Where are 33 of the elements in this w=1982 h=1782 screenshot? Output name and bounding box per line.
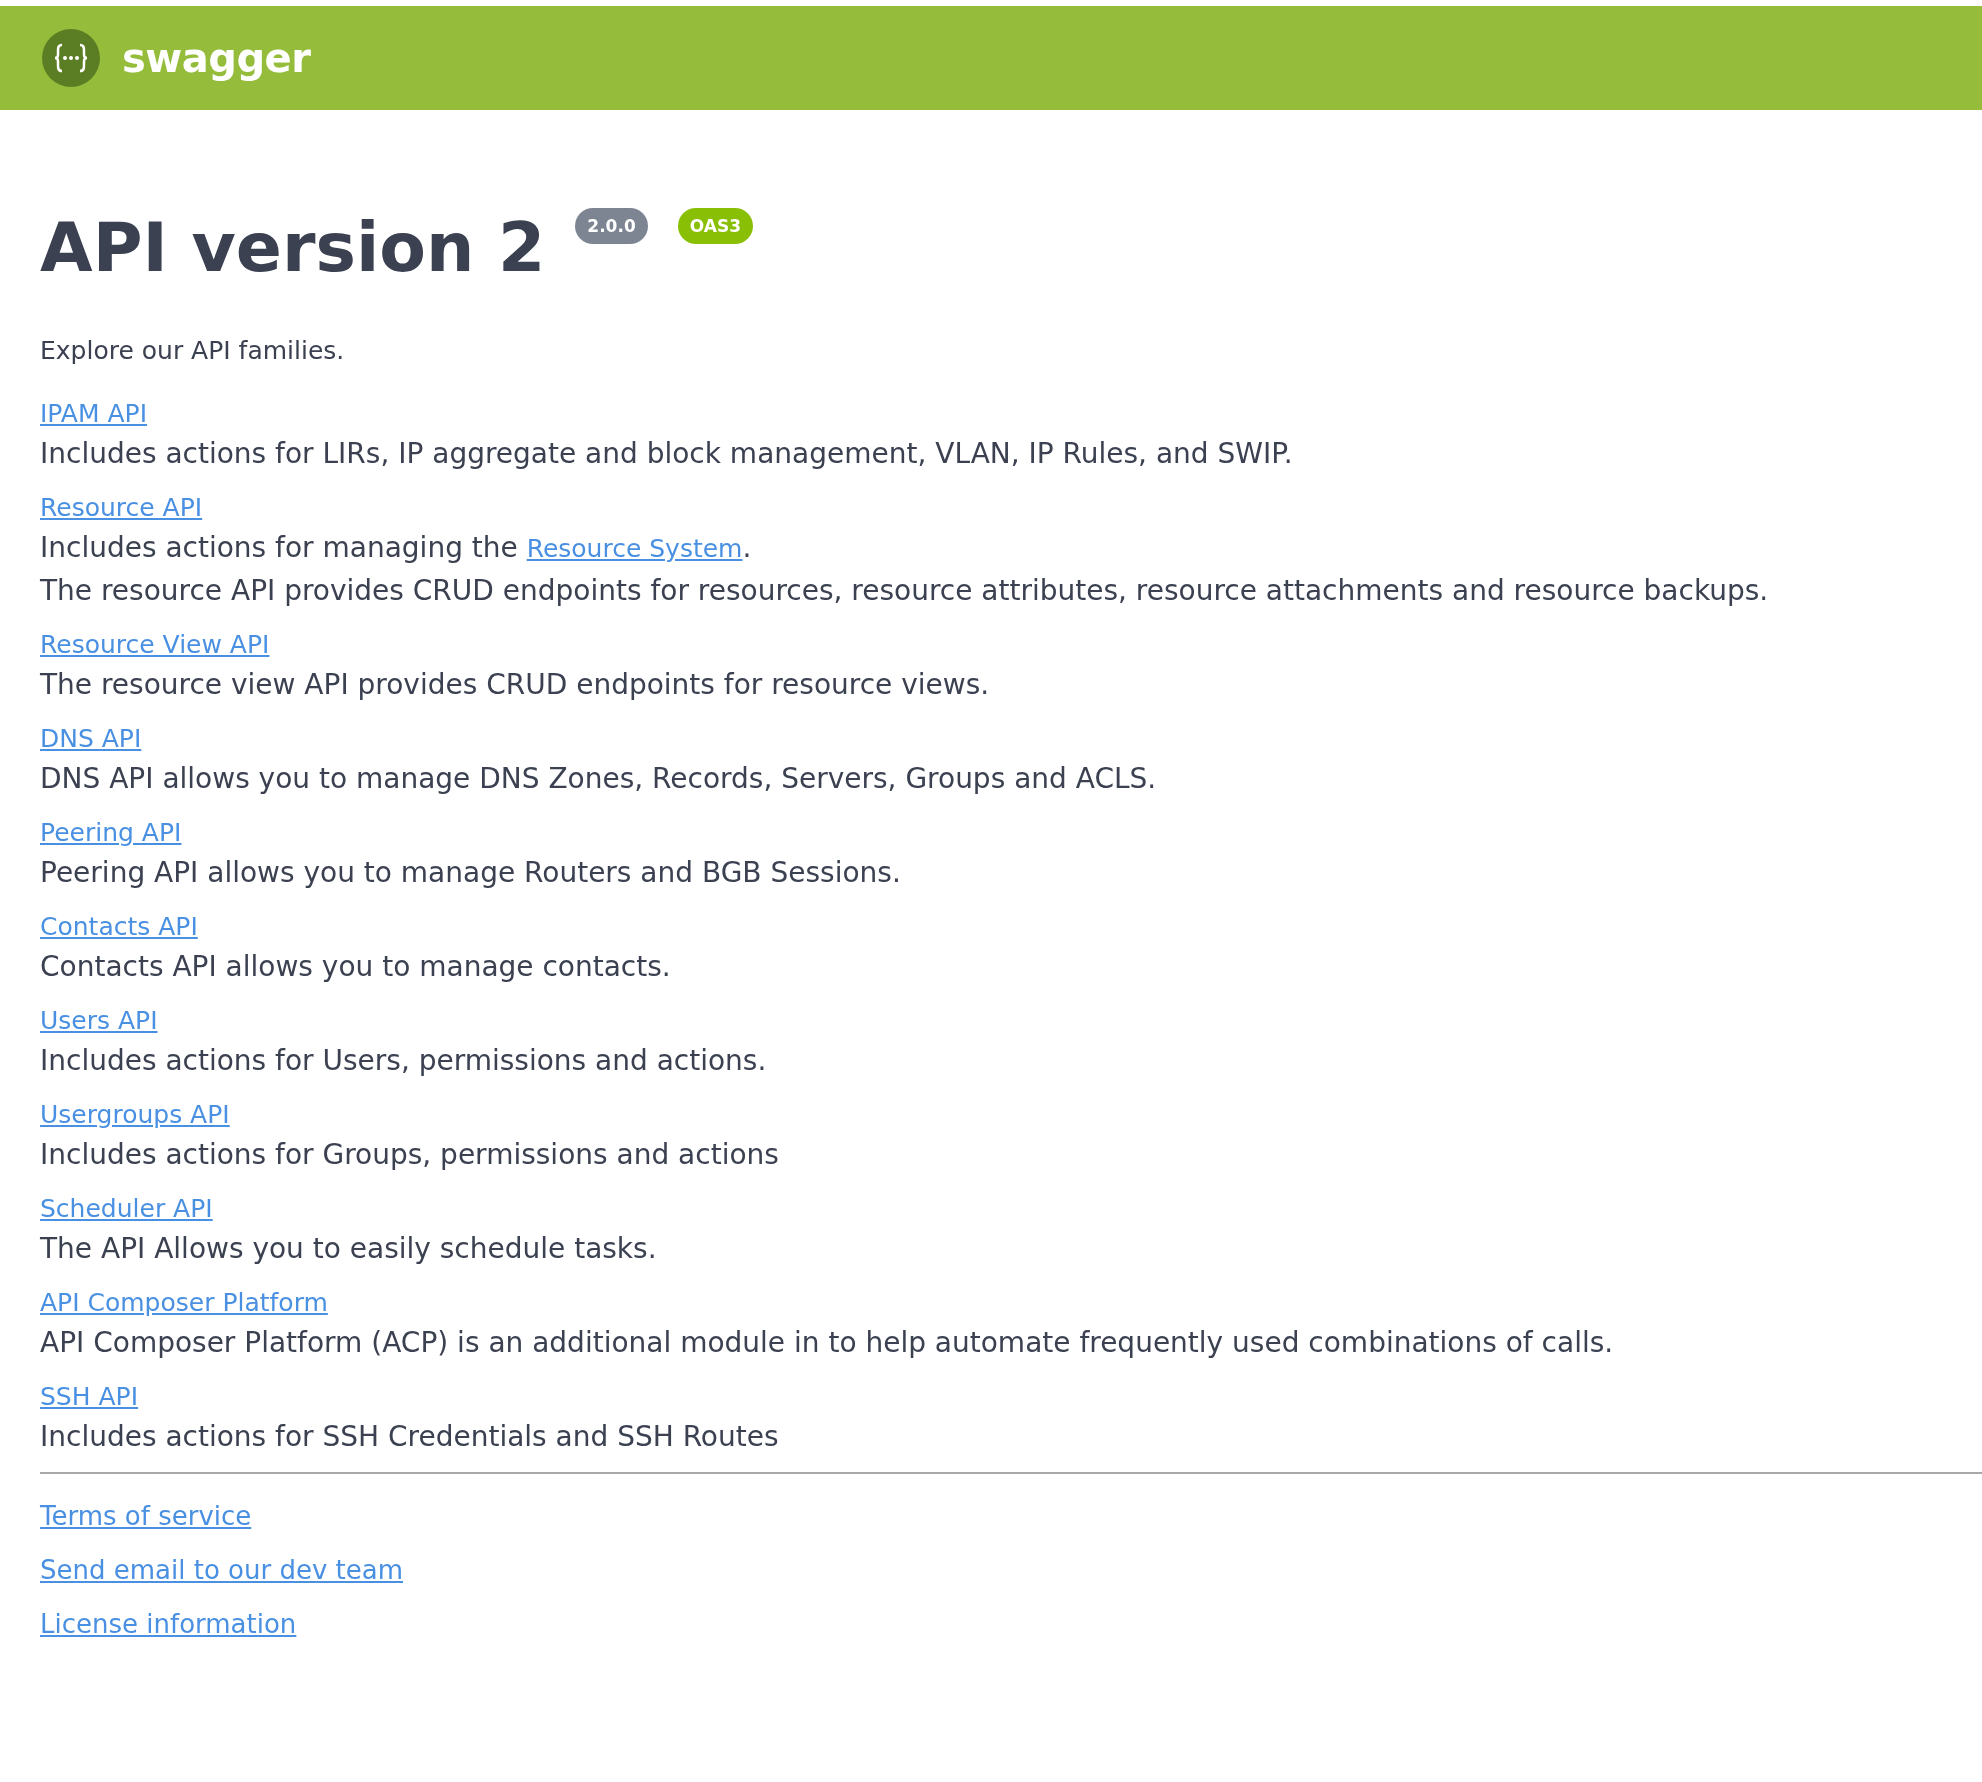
api-description: Includes actions for LIRs, IP aggregate and block management, VLAN, IP Rules, and SWIP. bbox=[40, 436, 1294, 472]
api-link[interactable]: Users API bbox=[40, 1002, 158, 1040]
swagger-logo-icon bbox=[42, 29, 100, 87]
inline-link[interactable]: Resource System bbox=[526, 534, 743, 563]
api-description: Includes actions for SSH Credentials and SSH Routes bbox=[40, 1419, 780, 1455]
page-title: API version 2 bbox=[40, 214, 546, 282]
api-link[interactable]: API Composer Platform bbox=[40, 1284, 328, 1322]
footer-link[interactable]: Send email to our dev team bbox=[40, 1550, 404, 1590]
version-badge: 2.0.0 bbox=[575, 208, 648, 244]
intro-text: Explore our API families. bbox=[40, 336, 346, 365]
api-description: Peering API allows you to manage Routers and BGB Sessions. bbox=[40, 855, 902, 891]
api-description: API Composer Platform (ACP) is an additional module in to help automate frequently used combinations of calls. bbox=[40, 1325, 1615, 1361]
api-description: Contacts API allows you to manage contacts. bbox=[40, 949, 672, 985]
api-description: DNS API allows you to manage DNS Zones, Records, Servers, Groups and ACLS. bbox=[40, 761, 1158, 797]
api-link[interactable]: Scheduler API bbox=[40, 1190, 213, 1228]
api-link[interactable]: Contacts API bbox=[40, 908, 198, 946]
api-link[interactable]: SSH API bbox=[40, 1378, 139, 1416]
version-badge: OAS3 bbox=[677, 208, 753, 244]
api-description: The resource view API provides CRUD endpoints for resource views. bbox=[40, 667, 991, 703]
api-link[interactable]: IPAM API bbox=[40, 395, 148, 433]
api-description: Includes actions for Users, permissions and actions. bbox=[40, 1043, 768, 1079]
api-link[interactable]: DNS API bbox=[40, 720, 142, 758]
api-link[interactable]: Resource View API bbox=[40, 626, 270, 664]
api-description: Includes actions for Groups, permissions and actions bbox=[40, 1137, 780, 1173]
api-description: The API Allows you to easily schedule tasks. bbox=[40, 1231, 658, 1267]
api-link[interactable]: Resource API bbox=[40, 489, 203, 527]
api-description: The resource API provides CRUD endpoints for resources, resource attributes, resource attachments and resource backups. bbox=[40, 573, 1770, 609]
api-description: Includes actions for managing the Resource System. bbox=[40, 530, 753, 566]
footer-link[interactable]: Terms of service bbox=[40, 1496, 252, 1536]
footer-link[interactable]: License information bbox=[40, 1604, 297, 1644]
api-link[interactable]: Peering API bbox=[40, 814, 182, 852]
api-link[interactable]: Usergroups API bbox=[40, 1096, 230, 1134]
brand-name: swagger bbox=[122, 35, 311, 81]
